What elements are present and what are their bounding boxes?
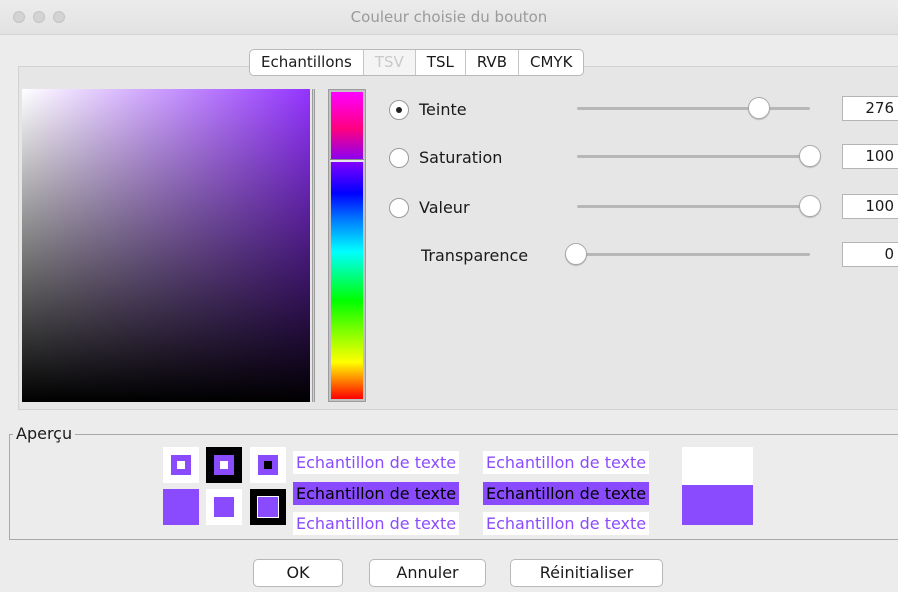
hue-spectrum [331,92,363,399]
window-title: Couleur choisie du bouton [350,8,548,26]
preview-legend: Aperçu [13,424,76,443]
teinte-input[interactable]: 276 [842,96,898,121]
tab-cmyk[interactable]: CMYK [519,50,583,75]
tab-tsv[interactable]: TSV [363,50,416,75]
valeur-input[interactable]: 100 [842,194,898,219]
hue-marker[interactable] [330,159,364,162]
tab-rvb[interactable]: RVB [466,50,519,75]
teinte-slider-thumb[interactable] [748,97,770,119]
tab-tsl[interactable]: TSL [416,50,466,75]
sample-text-2: Echantillon de texte [483,451,650,474]
saturation-label: Saturation [419,148,503,167]
sample-text-1: Echantillon de texte [293,451,460,474]
ok-button[interactable]: OK [253,559,343,587]
swatch-color [171,455,191,475]
sample-text-4: Echantillon de texte [483,482,650,505]
swatch-small-on-black [206,447,242,483]
swatch-color [214,455,234,475]
swatch-inner [264,461,272,469]
hue-slider[interactable] [328,89,366,402]
picker-divider [312,89,315,402]
swatch-inner [220,461,228,469]
reset-button[interactable]: Réinitialiser [510,559,663,587]
transparence-label: Transparence [421,246,529,265]
swatch-small-on-white [163,447,199,483]
teinte-radio[interactable] [389,100,409,120]
teinte-slider-track[interactable] [577,107,810,110]
swatch-small-dark-center [250,447,286,483]
valeur-slider-track[interactable] [577,205,810,208]
saturation-input[interactable]: 100 [842,144,898,169]
preview-color-block [682,485,753,525]
valeur-slider-thumb[interactable] [799,195,821,217]
swatch-color [257,496,279,518]
sample-text-3: Echantillon de texte [293,482,460,505]
preview-white-block [682,447,753,485]
transparence-slider-thumb[interactable] [565,243,587,265]
sample-text-5: Echantillon de texte [293,512,460,535]
tab-echantillons[interactable]: Echantillons [250,50,364,75]
swatch-color-on-white [206,489,242,525]
swatch-color-on-black [250,489,286,525]
saturation-value-picker[interactable] [22,89,310,402]
transparence-input[interactable]: 0 [842,242,898,267]
swatch-inner [177,461,185,469]
sample-text-6: Echantillon de texte [483,512,650,535]
transparence-slider-track[interactable] [567,253,810,256]
teinte-label: Teinte [419,100,467,119]
valeur-radio[interactable] [389,198,409,218]
saturation-radio[interactable] [389,148,409,168]
swatch-solid [163,489,199,525]
chooser-tabs: Echantillons TSV TSL RVB CMYK [249,49,585,76]
swatch-color [258,455,278,475]
saturation-slider-thumb[interactable] [799,145,821,167]
saturation-slider-track[interactable] [577,155,810,158]
title-bar: Couleur choisie du bouton [0,0,898,35]
cancel-button[interactable]: Annuler [369,559,486,587]
swatch-color [214,497,234,517]
valeur-label: Valeur [419,198,470,217]
